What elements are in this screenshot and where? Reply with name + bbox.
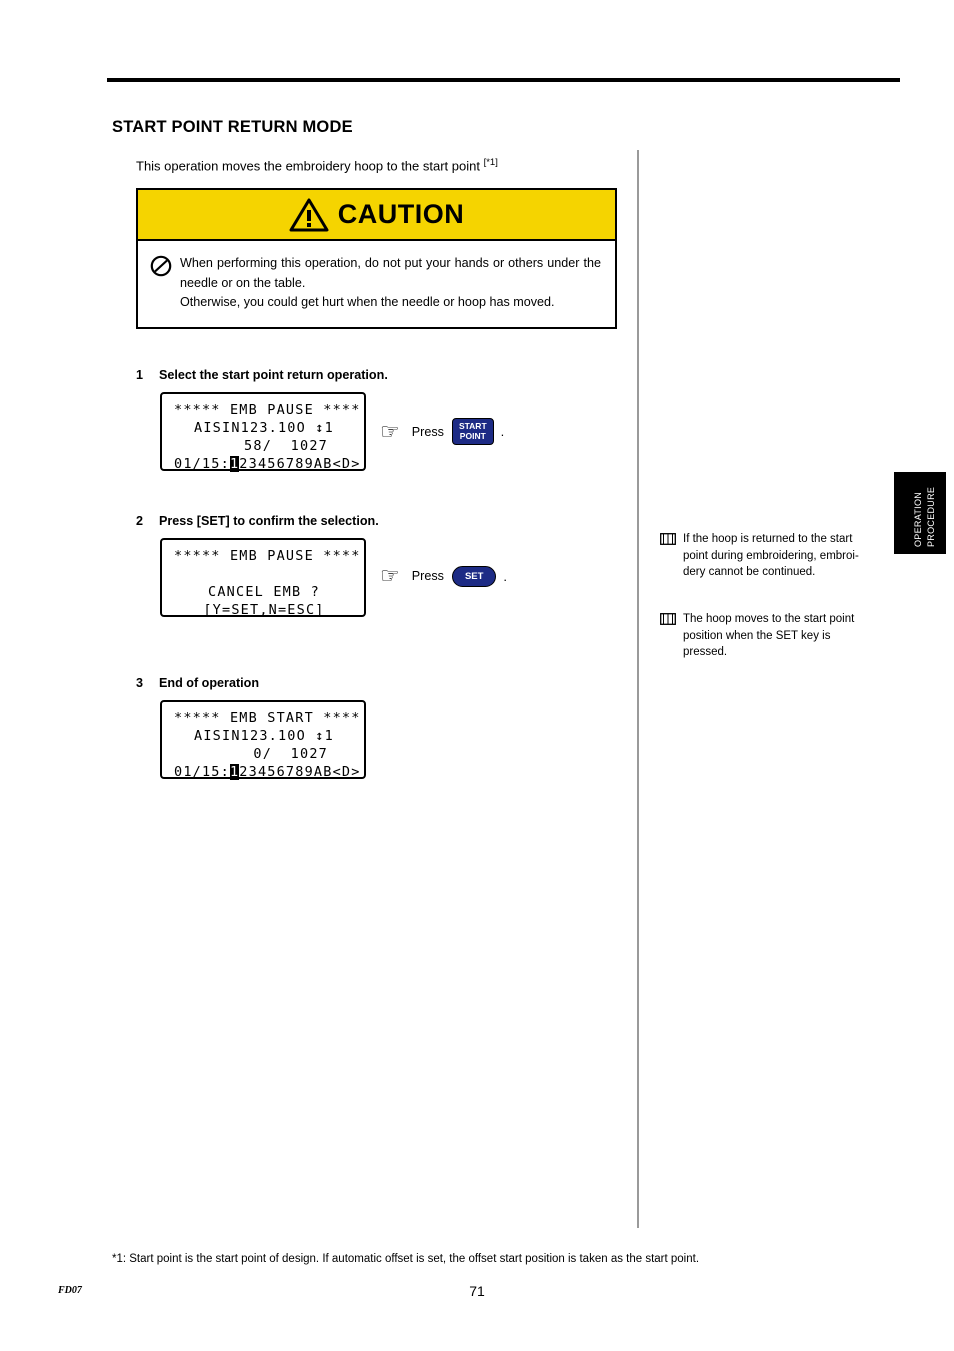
lcd1-design-name: AISIN123.10O: [194, 420, 306, 436]
lcd2-line-4: [Y=SET,N=ESC]: [203, 602, 325, 618]
lcd-display-step-1: ***** EMB PAUSE **** AISIN123.10O ↕1 58/…: [160, 392, 366, 473]
book-note-icon: [660, 612, 676, 630]
lcd2-line-2: [174, 565, 354, 583]
header-rule: [107, 78, 900, 82]
lcd3-line-2: AISIN123.10O ↕1: [194, 728, 334, 744]
lcd1-line4-suffix: 23456789AB<D>: [239, 456, 361, 472]
start-point-key-line2: POINT: [459, 430, 486, 441]
note-1: If the hoop is returned to the start poi…: [660, 531, 875, 581]
caution-line-1: When performing this operation, do not p…: [180, 256, 601, 290]
lcd1-line4-highlight: 1: [229, 456, 240, 472]
lcd1-needle-number: 1: [324, 420, 334, 436]
step-3-label: End of operation: [159, 676, 260, 690]
caution-text: When performing this operation, do not p…: [180, 254, 601, 313]
note-2: The hoop moves to the start point positi…: [660, 611, 875, 661]
lcd1-line-4: 01/15:123456789AB<D>: [174, 455, 359, 473]
warning-triangle-icon: [289, 198, 329, 232]
press-instruction-step-1: ☞ Press START POINT .: [380, 418, 504, 445]
footnote-reference: [*1]: [483, 157, 498, 168]
lcd3-needle-number: 1: [324, 728, 334, 744]
caution-line-2: Otherwise, you could get hurt when the n…: [180, 295, 555, 310]
lcd2-line-1: ***** EMB PAUSE ****: [174, 548, 361, 564]
step-3-number: 3: [136, 676, 144, 690]
press-period-2: .: [503, 568, 508, 584]
step-1-number: 1: [136, 368, 144, 382]
lcd3-line-1: ***** EMB START ****: [174, 710, 361, 726]
book-note-icon: [660, 532, 676, 550]
intro-text: This operation moves the embroidery hoop…: [136, 157, 498, 173]
step-2-number: 2: [136, 514, 144, 528]
lcd1-line-1: ***** EMB PAUSE ****: [174, 402, 361, 418]
intro-sentence: This operation moves the embroidery hoop…: [136, 158, 484, 174]
press-word-2: Press: [411, 569, 444, 583]
lcd-display-step-3: ***** EMB START **** AISIN123.10O ↕1 0/ …: [160, 700, 366, 781]
lcd2-line-3: CANCEL EMB ?: [208, 584, 320, 600]
page-title: START POINT RETURN MODE: [112, 118, 353, 136]
lcd-display-step-2: ***** EMB PAUSE **** CANCEL EMB ? [Y=SET…: [160, 538, 366, 618]
caution-header: CAUTION: [138, 190, 615, 241]
press-word-1: Press: [411, 424, 444, 439]
step-2-label: Press [SET] to confirm the selection.: [159, 514, 379, 528]
pointing-hand-icon: ☞: [380, 563, 400, 588]
pointing-hand-icon: ☞: [380, 418, 400, 444]
caution-body: When performing this operation, do not p…: [138, 241, 615, 327]
section-tab: OPERATION PROCEDURE: [894, 472, 946, 554]
lcd3-line-4: 01/15:123456789AB<D>: [174, 763, 359, 781]
note-2-text: The hoop moves to the start point positi…: [683, 613, 855, 659]
step-1-label: Select the start point return operation.: [159, 368, 388, 382]
lcd3-line4-highlight: 1: [229, 764, 240, 780]
press-instruction-step-2: ☞ Press SET .: [380, 565, 507, 587]
lcd3-design-name: AISIN123.10O: [194, 728, 306, 744]
start-point-key[interactable]: START POINT: [451, 418, 494, 445]
note-1-text: If the hoop is returned to the start poi…: [683, 533, 859, 579]
prohibition-icon: [150, 255, 172, 277]
press-period-1: .: [500, 424, 505, 439]
footnote: *1: Start point is the start point of de…: [112, 1253, 700, 1265]
page-number: 71: [469, 1283, 485, 1299]
lcd1-line-2: AISIN123.10O ↕1: [194, 420, 334, 436]
section-tab-line2: PROCEDURE: [926, 486, 936, 547]
lcd3-line4-prefix: 01/15:: [174, 764, 230, 780]
lcd1-line4-prefix: 01/15:: [174, 456, 230, 472]
manual-page: START POINT RETURN MODE This operation m…: [0, 0, 954, 1351]
lcd3-line-3: 0/ 1027: [253, 746, 328, 762]
caution-title: CAUTION: [337, 199, 465, 229]
column-divider: [637, 150, 639, 1228]
section-tab-line1: OPERATION: [913, 491, 923, 547]
lcd1-line-3: 58/ 1027: [244, 438, 328, 454]
caution-box: CAUTION When performing this operation, …: [136, 188, 617, 329]
set-key[interactable]: SET: [451, 565, 497, 587]
lcd3-line4-suffix: 23456789AB<D>: [239, 764, 361, 780]
start-point-key-line1: START: [458, 421, 487, 431]
